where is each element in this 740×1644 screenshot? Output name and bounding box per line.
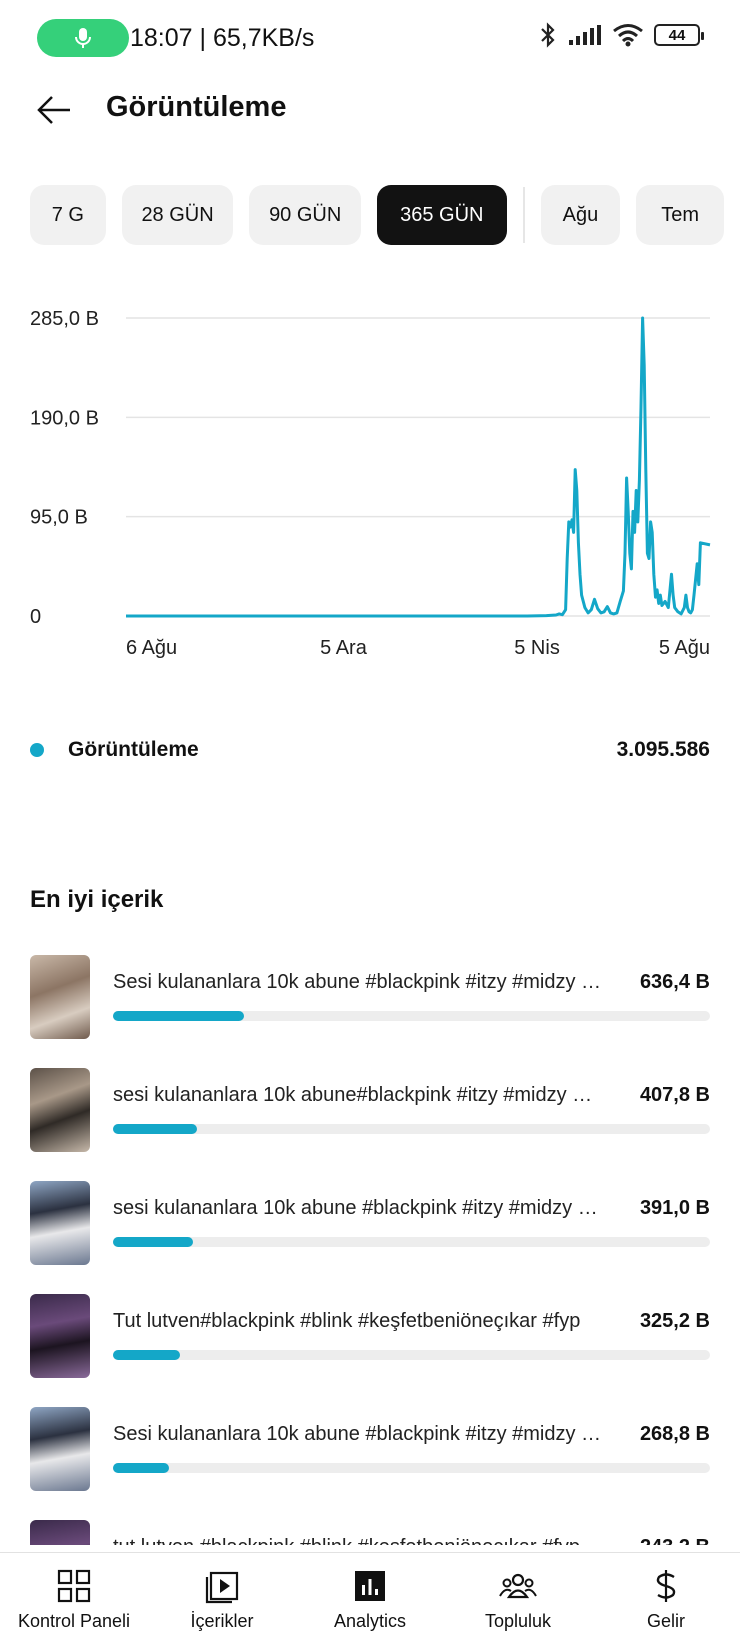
- list-item[interactable]: Tut lutven#blackpink #blink #keşfetbeniö…: [30, 1294, 710, 1407]
- list-item[interactable]: Sesi kulananlara 10k abune #blackpink #i…: [30, 955, 710, 1068]
- views-bar-track: [113, 1350, 710, 1360]
- nav-analytics[interactable]: Analytics: [296, 1553, 444, 1644]
- top-content-list: Sesi kulananlara 10k abune #blackpink #i…: [30, 955, 710, 1545]
- video-views: 243,2 B: [640, 1536, 710, 1545]
- views-bar-track: [113, 1011, 710, 1021]
- video-views: 407,8 B: [639, 1084, 710, 1106]
- status-bar: 18:07 | 65,7KB/s 44: [0, 0, 740, 80]
- list-item[interactable]: tut lutven #blackpink #blink #keşfetbeni…: [30, 1520, 710, 1545]
- signal-icon: [569, 25, 601, 45]
- battery-icon: 44: [654, 24, 704, 46]
- legend-total-value: 3.095.586: [616, 738, 710, 761]
- video-title: Tut lutven#blackpink #blink #keşfetbeniö…: [113, 1310, 581, 1332]
- nav-content[interactable]: İçerikler: [148, 1553, 296, 1644]
- video-title: sesi kulananlara 10k abune#blackpink #it…: [113, 1084, 603, 1106]
- legend-label: Görüntüleme: [68, 738, 199, 761]
- video-views: 325,2 B: [639, 1310, 710, 1332]
- views-bar-track: [113, 1237, 710, 1247]
- video-title: Sesi kulananlara 10k abune #blackpink #i…: [113, 1423, 603, 1445]
- x-axis-tick-label: 5 Ara: [320, 637, 368, 659]
- analytics-icon: [351, 1567, 389, 1605]
- video-thumbnail: [30, 1294, 90, 1378]
- y-axis-tick-label: 190,0 B: [30, 407, 99, 429]
- tab-90-days[interactable]: 90 GÜN: [249, 185, 361, 245]
- arrow-left-icon: [37, 96, 70, 124]
- nav-content-label: İçerikler: [190, 1611, 254, 1631]
- bluetooth-icon: [541, 22, 555, 48]
- nav-community[interactable]: Topluluk: [444, 1553, 592, 1644]
- nav-community-label: Topluluk: [484, 1611, 552, 1631]
- video-thumbnail: [30, 955, 90, 1039]
- tab-month-aug[interactable]: Ağu: [540, 185, 621, 245]
- nav-earn-label: Gelir: [646, 1611, 685, 1631]
- list-item[interactable]: sesi kulananlara 10k abune#blackpink #it…: [30, 1068, 710, 1181]
- video-views: 391,0 B: [639, 1197, 710, 1219]
- tab-365-days[interactable]: 365 GÜN: [377, 185, 507, 245]
- views-bar-track: [113, 1463, 710, 1473]
- x-axis-tick-label: 5 Ağu: [659, 637, 710, 659]
- x-axis-tick-label: 6 Ağu: [126, 637, 177, 659]
- y-axis-tick-label: 95,0 B: [30, 507, 88, 529]
- wifi-icon: [613, 24, 643, 47]
- dashboard-icon: [55, 1567, 93, 1605]
- header: Görüntüleme: [0, 80, 740, 180]
- earn-icon: [647, 1567, 685, 1605]
- video-thumbnail: [30, 1068, 90, 1152]
- views-line-chart: 0 95,0 B 190,0 B 285,0 B 6 Ağu 5 Ara 5 Nis 5 Ağ…: [30, 308, 711, 659]
- nav-earn[interactable]: Gelir: [592, 1553, 740, 1644]
- video-views: 268,8 B: [639, 1423, 710, 1445]
- nav-dashboard-label: Kontrol Paneli: [17, 1611, 131, 1631]
- chart-legend: Görüntüleme 3.095.586: [30, 730, 710, 770]
- views-bar-fill: [113, 1237, 193, 1247]
- nav-analytics-label: Analytics: [333, 1611, 407, 1631]
- tab-divider: [522, 187, 525, 243]
- video-title: sesi kulananlara 10k abune #blackpink #i…: [113, 1197, 603, 1219]
- period-tabs: 7 G 28 GÜN 90 GÜN 365 GÜN Ağu Tem: [30, 185, 740, 245]
- views-chart: 0 95,0 B 190,0 B 285,0 B 6 Ağu 5 Ara 5 Nis 5 Ağ…: [0, 290, 740, 680]
- top-content-title: En iyi içerik: [30, 886, 164, 913]
- community-icon: [499, 1567, 537, 1605]
- nav-dashboard[interactable]: Kontrol Paneli: [0, 1553, 148, 1644]
- views-bar-fill: [113, 1124, 197, 1134]
- status-time: 18:07 | 65,7KB/s: [130, 24, 315, 52]
- video-views: 636,4 B: [639, 971, 710, 993]
- list-item[interactable]: sesi kulananlara 10k abune #blackpink #i…: [30, 1181, 710, 1294]
- y-axis-tick-label: 285,0 B: [30, 308, 99, 330]
- tab-28-days[interactable]: 28 GÜN: [121, 185, 234, 245]
- mic-indicator[interactable]: [37, 19, 129, 57]
- views-bar-fill: [113, 1463, 170, 1473]
- page-title: Görüntüleme: [106, 91, 287, 123]
- back-button[interactable]: [32, 88, 76, 132]
- status-icons: 44: [538, 22, 704, 48]
- y-axis-tick-label: 0: [30, 606, 41, 628]
- x-axis-tick-label: 5 Nis: [514, 637, 560, 659]
- views-bar-track: [113, 1124, 710, 1134]
- tab-month-jul[interactable]: Tem: [636, 185, 724, 245]
- content-icon: [203, 1567, 241, 1605]
- bottom-navigation: Kontrol Paneli İçerikler Analytics Toplu…: [0, 1552, 740, 1644]
- video-title: Sesi kulananlara 10k abune #blackpink #i…: [113, 971, 603, 993]
- views-bar-fill: [113, 1350, 180, 1360]
- video-thumbnail: [30, 1407, 90, 1491]
- views-bar-fill: [113, 1011, 244, 1021]
- list-item[interactable]: Sesi kulananlara 10k abune #blackpink #i…: [30, 1407, 710, 1520]
- legend-dot: [30, 743, 44, 757]
- video-thumbnail: [30, 1181, 90, 1265]
- series-line-views: [126, 316, 711, 618]
- video-thumbnail: [30, 1520, 90, 1545]
- microphone-icon: [75, 28, 91, 48]
- video-title: tut lutven #blackpink #blink #keşfetbeni…: [113, 1536, 603, 1545]
- tab-7-days[interactable]: 7 G: [30, 185, 106, 245]
